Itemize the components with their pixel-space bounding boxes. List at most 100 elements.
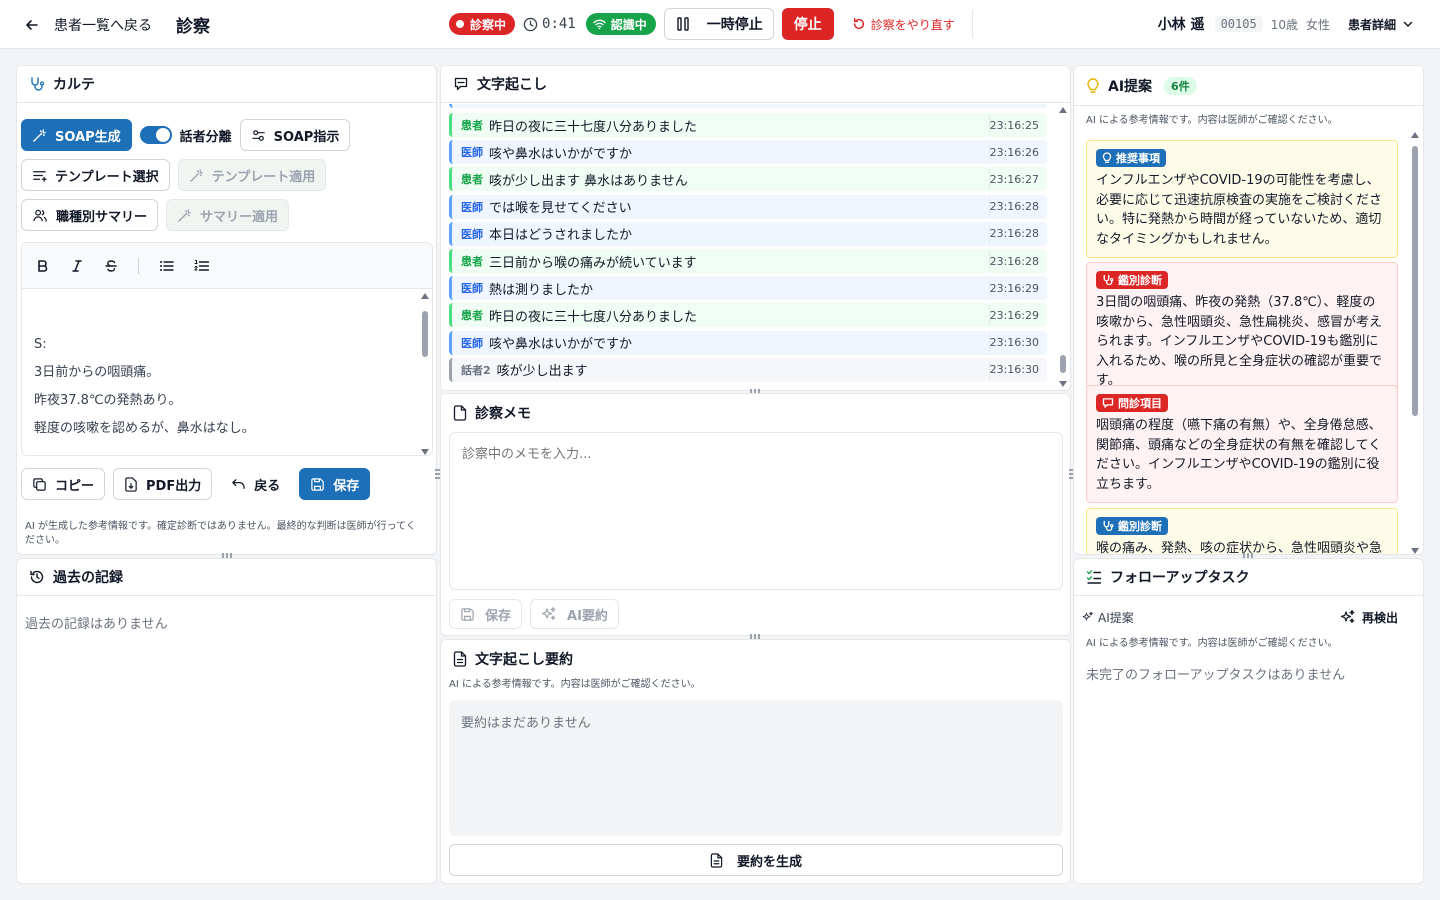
utterance-text: 三日前から喉の痛みが続いています [489,255,697,271]
copy-button[interactable]: コピー [21,468,106,500]
memo-input[interactable] [449,432,1063,590]
bullet-list-icon[interactable] [159,259,174,273]
scroll-thumb[interactable] [1060,355,1066,373]
magic-wand-icon [189,168,204,183]
memo-header: 診察メモ [441,394,1070,431]
undo-button[interactable]: 戻る [220,468,292,500]
editor-toolbar [22,243,432,289]
timestamp: 23:16:28 [989,251,1047,271]
karte-content[interactable]: S: 3日前からの咽頭痛。 昨夜37.8℃の発熱あり。 軽度の咳嗽を認めるが、鼻… [22,289,432,443]
karte-line: 3日前からの咽頭痛。 [34,365,160,380]
file-text-icon [710,852,723,868]
transcript-row: 医師 咳や鼻水はいかがですか 23:16:30 [449,330,1047,355]
followup-ai-row: AI提案 再検出 [1082,607,1408,627]
file-download-icon [124,476,138,492]
speaker-separation-toggle[interactable]: 話者分離 [139,119,232,151]
memo-save-label: 保存 [485,608,512,624]
file-icon [453,404,467,421]
suggestion-list[interactable]: 推奨事項 インフルエンザやCOVID-19の可能性を考慮し、必要に応じて迅速抗原検… [1086,140,1398,554]
scroll-up-icon[interactable] [1411,132,1419,138]
scroll-up-icon[interactable] [1059,107,1067,113]
ai-scrollbar[interactable] [1410,132,1420,554]
speaker-label: 医師 [461,200,483,214]
scroll-down-icon[interactable] [1059,381,1067,387]
save-button[interactable]: 保存 [299,468,371,500]
karte-actions-row-3: 職種別サマリー サマリー適用 [21,199,290,231]
record-dot-icon [456,20,464,28]
summary-empty: 要約はまだありません [461,716,591,731]
generate-summary-label: 要約を生成 [736,854,802,870]
memo-ai-summary-button[interactable]: AI要約 [530,599,619,629]
role-summary-label: 職種別サマリー [56,209,148,225]
arrow-left-icon [24,17,40,33]
numbered-list-icon[interactable] [194,259,209,273]
speaker-label: 医師 [461,282,483,296]
karte-actions-row-1: SOAP生成 話者分離 SOAP指示 [21,119,351,151]
summary-content: 要約はまだありません [449,700,1063,836]
timestamp: 23:16:29 [989,278,1047,299]
stethoscope-icon [29,76,45,92]
patient-detail-dropdown[interactable]: 患者詳細 [1348,16,1414,33]
scroll-thumb[interactable] [422,311,428,357]
scroll-thumb[interactable] [1412,146,1418,416]
users-icon [32,208,48,223]
timestamp: 23:16:28 [989,196,1047,217]
ai-suggestions-title: AI提案 [1108,78,1153,95]
speaker-label: 患者 [461,119,483,132]
session-timer: 0:41 [523,16,576,32]
transcript-list[interactable]: 患者 昨日の夜に三十七度八分ありました 23:16:25 医師 咳や鼻水はいかがですか 2… [449,104,1047,384]
scroll-down-icon[interactable] [1411,548,1419,554]
generate-summary-button[interactable]: 要約を生成 [449,844,1063,876]
italic-icon[interactable] [70,259,84,273]
speaker-label: 医師 [461,336,483,350]
transcript-row: 医師 咳や鼻水はいかがですか 23:16:26 [449,140,1047,165]
soap-generate-button[interactable]: SOAP生成 [21,119,132,151]
redo-session-button[interactable]: 診察をやり直す [842,8,955,40]
pause-button[interactable]: 一時停止 [663,8,774,40]
magic-wand-icon [32,128,47,143]
scroll-down-icon[interactable] [421,449,429,455]
bold-icon[interactable] [36,259,50,273]
suggestion-text: 喉の痛み、発熱、咳の症状から、急性咽頭炎や急性 [1096,541,1383,554]
magic-wand-icon [177,208,192,223]
pdf-export-button[interactable]: PDF出力 [113,468,213,500]
karte-actions-row-2: テンプレート選択 テンプレート適用 [21,159,327,191]
suggestion-text: インフルエンザやCOVID-19の可能性を考慮し、必要に応じて迅速抗原検査の実施… [1096,173,1383,247]
soap-instruction-label: SOAP指示 [273,129,340,145]
suggestion-card[interactable]: 推奨事項 インフルエンザやCOVID-19の可能性を考慮し、必要に応じて迅速抗原検… [1086,140,1398,258]
memo-actions: 保存 AI要約 [449,599,619,629]
stop-button[interactable]: 停止 [781,8,834,40]
transcript-title: 文字起こし [477,77,547,93]
editor-scrollbar[interactable] [420,293,430,455]
template-select-button[interactable]: テンプレート選択 [21,159,170,191]
back-to-patient-list-button[interactable]: 患者一覧へ戻る [24,14,152,36]
utterance-text: では喉を見せてください [489,201,632,217]
summary-apply-button[interactable]: サマリー適用 [166,199,290,231]
memo-panel: 診察メモ 保存 AI要約 [440,393,1071,636]
template-apply-button[interactable]: テンプレート適用 [177,159,327,191]
role-summary-button[interactable]: 職種別サマリー [21,199,159,231]
speaker-label: 患者 [461,309,483,323]
memo-save-button[interactable]: 保存 [449,599,523,629]
toggle-switch[interactable] [139,126,172,144]
timestamp: 23:16:28 [989,223,1047,244]
suggestion-card[interactable]: 鑑別診断 3日間の咽頭痛、昨夜の発熱（37.8℃）、軽度の咳嗽から、急性咽頭炎、急… [1086,262,1398,400]
undo-icon [231,478,246,491]
soap-instruction-button[interactable]: SOAP指示 [239,119,351,151]
transcript-scrollbar[interactable] [1058,107,1068,387]
file-text-icon [453,650,467,667]
scroll-up-icon[interactable] [421,293,429,299]
suggestion-card[interactable]: 鑑別診断喉の痛み、発熱、咳の症状から、急性咽頭炎や急性 [1086,508,1398,554]
strikethrough-icon[interactable] [104,259,118,273]
suggestion-text: 3日間の咽頭痛、昨夜の発熱（37.8℃）、軽度の咳嗽から、急性咽頭炎、急性扁桃炎… [1096,295,1383,388]
suggestion-tag-label: 問診項目 [1118,397,1162,410]
lightbulb-icon [1086,77,1100,94]
recognition-badge: 認識中 [585,13,656,35]
page-title: 診察 [176,17,210,37]
utterance-text: 昨日の夜に三十七度八分ありました [489,309,698,325]
suggestion-text: 咽頭痛の程度（嚥下痛の有無）や、全身倦怠感、関節痛、頭痛などの全身症状の有無を確… [1096,418,1382,492]
suggestion-card[interactable]: 問診項目咽頭痛の程度（嚥下痛の有無）や、全身倦怠感、関節痛、頭痛などの全身症状の… [1086,385,1398,503]
redetect-button[interactable]: 再検出 [1340,609,1398,626]
timestamp: 23:16:30 [989,332,1047,353]
suggestion-tag: 鑑別診断 [1096,271,1168,289]
